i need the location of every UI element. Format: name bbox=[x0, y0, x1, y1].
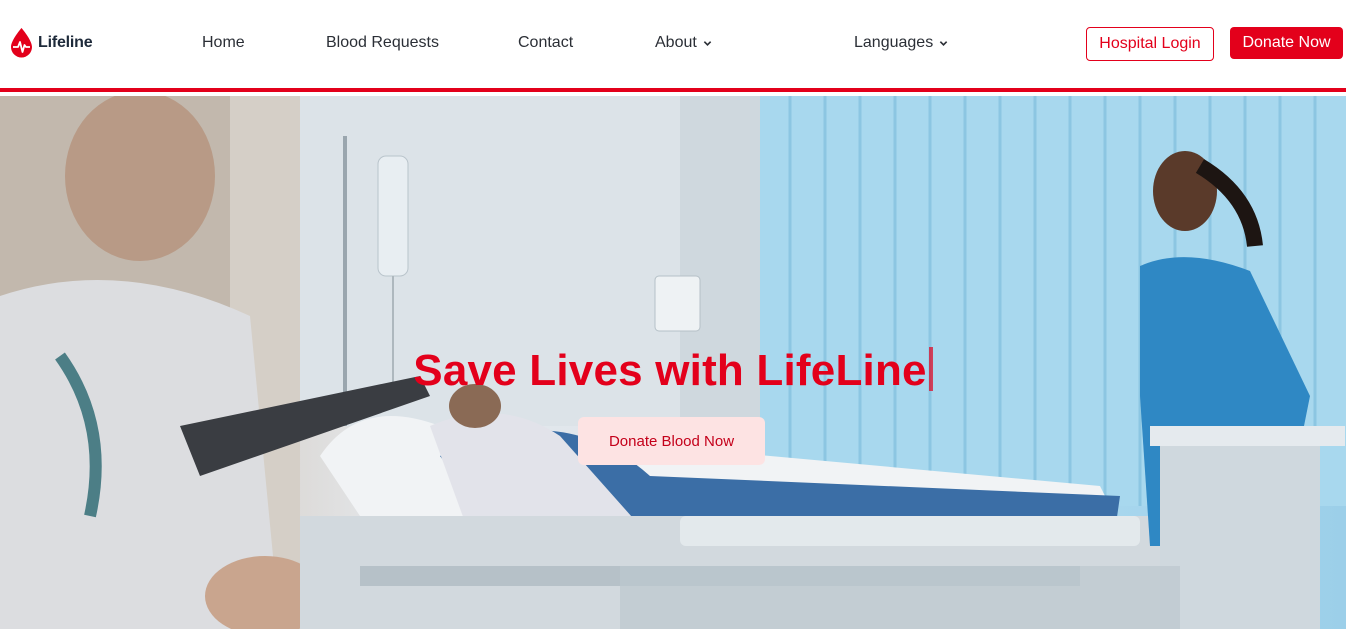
nav-languages-dropdown[interactable]: Languages bbox=[854, 34, 948, 52]
nav-about-label: About bbox=[655, 34, 697, 51]
nav-contact-label: Contact bbox=[518, 34, 574, 51]
nav-about-dropdown[interactable]: About bbox=[655, 34, 712, 52]
donate-now-button[interactable]: Donate Now bbox=[1230, 27, 1343, 59]
hero-section: Save Lives with LifeLine Donate Blood No… bbox=[0, 96, 1346, 629]
nav-home-label: Home bbox=[202, 34, 245, 51]
blood-drop-pulse-icon bbox=[11, 28, 32, 58]
brand-name: Lifeline bbox=[38, 34, 93, 51]
nav-home[interactable]: Home bbox=[202, 34, 245, 52]
typing-caret bbox=[928, 347, 933, 391]
page-edge bbox=[1346, 0, 1351, 629]
nav-contact[interactable]: Contact bbox=[518, 34, 573, 52]
hero-title-text: Save Lives with LifeLine bbox=[413, 346, 927, 395]
hero-title: Save Lives with LifeLine bbox=[0, 346, 1346, 396]
chevron-down-icon bbox=[703, 40, 712, 46]
nav-blood-requests-label: Blood Requests bbox=[326, 34, 439, 51]
navbar: Lifeline Home Blood Requests Contact Abo… bbox=[0, 0, 1351, 92]
donate-blood-now-button[interactable]: Donate Blood Now bbox=[578, 417, 765, 465]
brand-logo[interactable]: Lifeline bbox=[9, 27, 93, 59]
nav-blood-requests[interactable]: Blood Requests bbox=[326, 34, 439, 52]
chevron-down-icon bbox=[939, 40, 948, 46]
nav-languages-label: Languages bbox=[854, 34, 934, 51]
hospital-login-button[interactable]: Hospital Login bbox=[1086, 27, 1214, 61]
